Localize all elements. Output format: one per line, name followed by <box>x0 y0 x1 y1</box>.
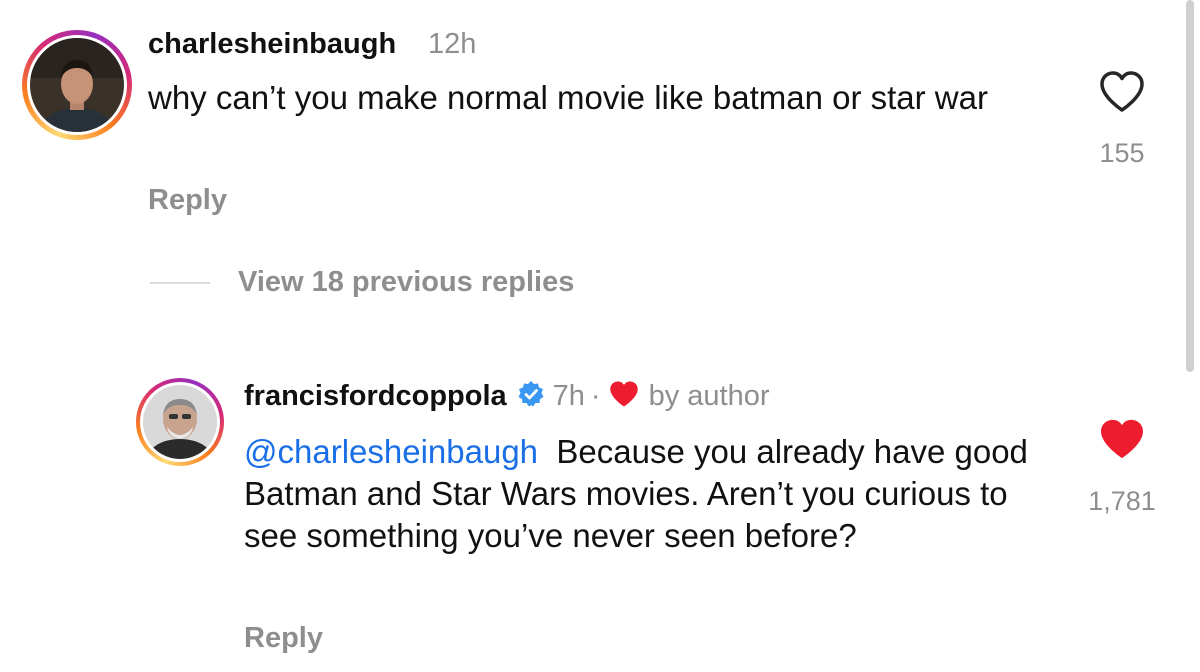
commenter-avatar[interactable] <box>22 30 132 140</box>
heart-filled-icon <box>609 380 639 413</box>
reply-reply-button[interactable]: Reply <box>244 622 323 655</box>
thread-divider <box>150 281 210 284</box>
comment-body: why can’t you make normal movie like bat… <box>148 79 988 116</box>
commenter-username[interactable]: charlesheinbaugh <box>148 28 396 61</box>
reply-author-photo <box>143 385 217 459</box>
reply-author-username[interactable]: francisfordcoppola <box>244 380 507 413</box>
reply-mention-link[interactable]: @charlesheinbaugh <box>244 433 538 470</box>
view-replies-label: View 18 previous replies <box>238 266 575 298</box>
heart-filled-icon <box>1101 419 1143 459</box>
reply-like-button[interactable] <box>1099 418 1145 465</box>
commenter-photo <box>30 38 124 132</box>
comment-reply-button[interactable]: Reply <box>148 184 227 217</box>
liked-by-author-label: by author <box>648 380 770 412</box>
reply-author-avatar[interactable] <box>136 378 224 466</box>
reply-meta-row: francisfordcoppola 7h · by author <box>244 380 770 413</box>
meta-separator: · <box>590 380 601 412</box>
reply-like-count: 1,781 <box>1088 486 1156 516</box>
comments-view: charlesheinbaugh 12h why can’t you make … <box>0 0 1200 672</box>
scrollbar[interactable] <box>1186 0 1194 372</box>
view-previous-replies-button[interactable]: View 18 previous replies <box>150 266 574 299</box>
comment-like-count: 155 <box>1099 138 1145 168</box>
comment-text: why can’t you make normal movie like bat… <box>148 77 1068 119</box>
reply-text: @charlesheinbaugh Because you already ha… <box>244 431 1054 557</box>
reply-timestamp: 7h <box>552 380 585 412</box>
verified-badge-icon <box>517 380 545 413</box>
comment-like-button[interactable] <box>1098 70 1146 119</box>
comment-timestamp: 12h <box>428 28 477 60</box>
heart-outline-icon <box>1100 71 1144 112</box>
